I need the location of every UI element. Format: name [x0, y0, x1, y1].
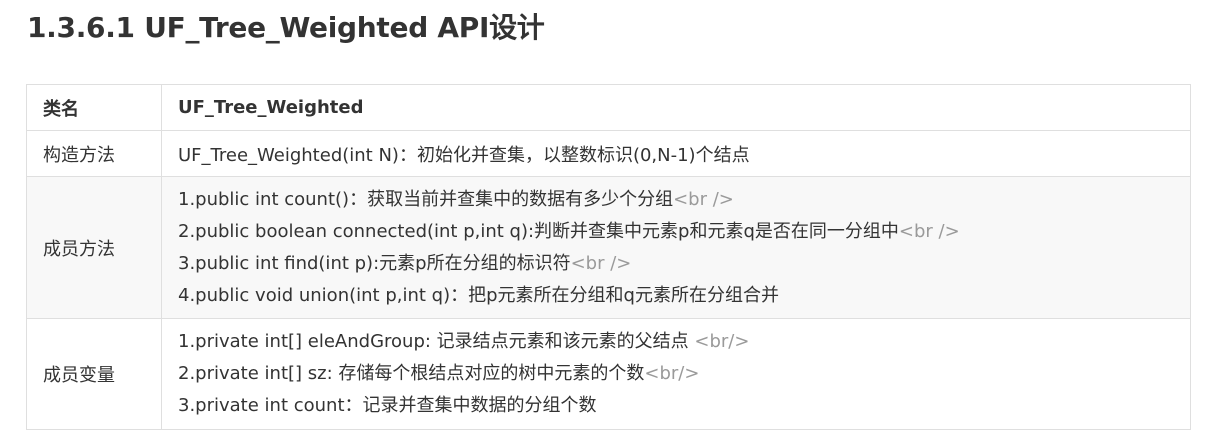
method-text: 4.public void union(int p,int q)：把p元素所在分… — [178, 284, 779, 306]
method-line: 4.public void union(int p,int q)：把p元素所在分… — [178, 280, 1174, 312]
constructor-label-cell: 构造方法 — [26, 130, 162, 177]
field-text: 1.private int[] eleAndGroup: 记录结点元素和该元素的… — [178, 331, 695, 352]
method-line: 1.public int count()：获取当前并查集中的数据有多少个分组<b… — [178, 184, 1174, 216]
br-tag-text: <br /> — [673, 188, 734, 210]
field-line: 3.private int count：记录并查集中数据的分组个数 — [178, 390, 1174, 422]
section-title: 1.3.6.1 UF_Tree_Weighted API设计 — [27, 11, 545, 44]
api-table: 类名 UF_Tree_Weighted 构造方法 UF_Tree_Weighte… — [26, 84, 1191, 430]
br-tag-text: <br /> — [570, 252, 632, 274]
field-text: 2.private int[] sz: 存储每个根结点对应的树中元素的个数 — [178, 363, 645, 384]
methods-label-cell: 成员方法 — [26, 176, 162, 319]
br-tag-text: <br/> — [694, 331, 750, 352]
field-line: 1.private int[] eleAndGroup: 记录结点元素和该元素的… — [178, 326, 1174, 358]
table-header-row: 类名 UF_Tree_Weighted — [26, 84, 1191, 131]
method-line: 2.public boolean connected(int p,int q):… — [178, 216, 1174, 248]
field-line: 2.private int[] sz: 存储每个根结点对应的树中元素的个数<br… — [178, 358, 1174, 390]
fields-row: 成员变量 1.private int[] eleAndGroup: 记录结点元素… — [26, 318, 1191, 430]
br-tag-text: <br/> — [644, 363, 700, 384]
field-text: 3.private int count：记录并查集中数据的分组个数 — [178, 395, 597, 416]
br-tag-text: <br /> — [898, 220, 960, 242]
header-class-name-cell: UF_Tree_Weighted — [161, 84, 1191, 131]
fields-label-cell: 成员变量 — [26, 318, 162, 430]
methods-row: 成员方法 1.public int count()：获取当前并查集中的数据有多少… — [26, 176, 1191, 319]
method-line: 3.public int find(int p):元素p所在分组的标识符<br … — [178, 248, 1174, 280]
method-text: 3.public int find(int p):元素p所在分组的标识符 — [178, 252, 571, 274]
constructor-row: 构造方法 UF_Tree_Weighted(int N)：初始化并查集，以整数标… — [26, 130, 1191, 177]
method-text: 1.public int count()：获取当前并查集中的数据有多少个分组 — [178, 188, 674, 210]
fields-value-cell: 1.private int[] eleAndGroup: 记录结点元素和该元素的… — [161, 318, 1191, 430]
header-label-cell: 类名 — [26, 84, 162, 131]
constructor-value-cell: UF_Tree_Weighted(int N)：初始化并查集，以整数标识(0,N… — [161, 130, 1191, 177]
methods-value-cell: 1.public int count()：获取当前并查集中的数据有多少个分组<b… — [161, 176, 1191, 319]
method-text: 2.public boolean connected(int p,int q):… — [178, 220, 899, 242]
